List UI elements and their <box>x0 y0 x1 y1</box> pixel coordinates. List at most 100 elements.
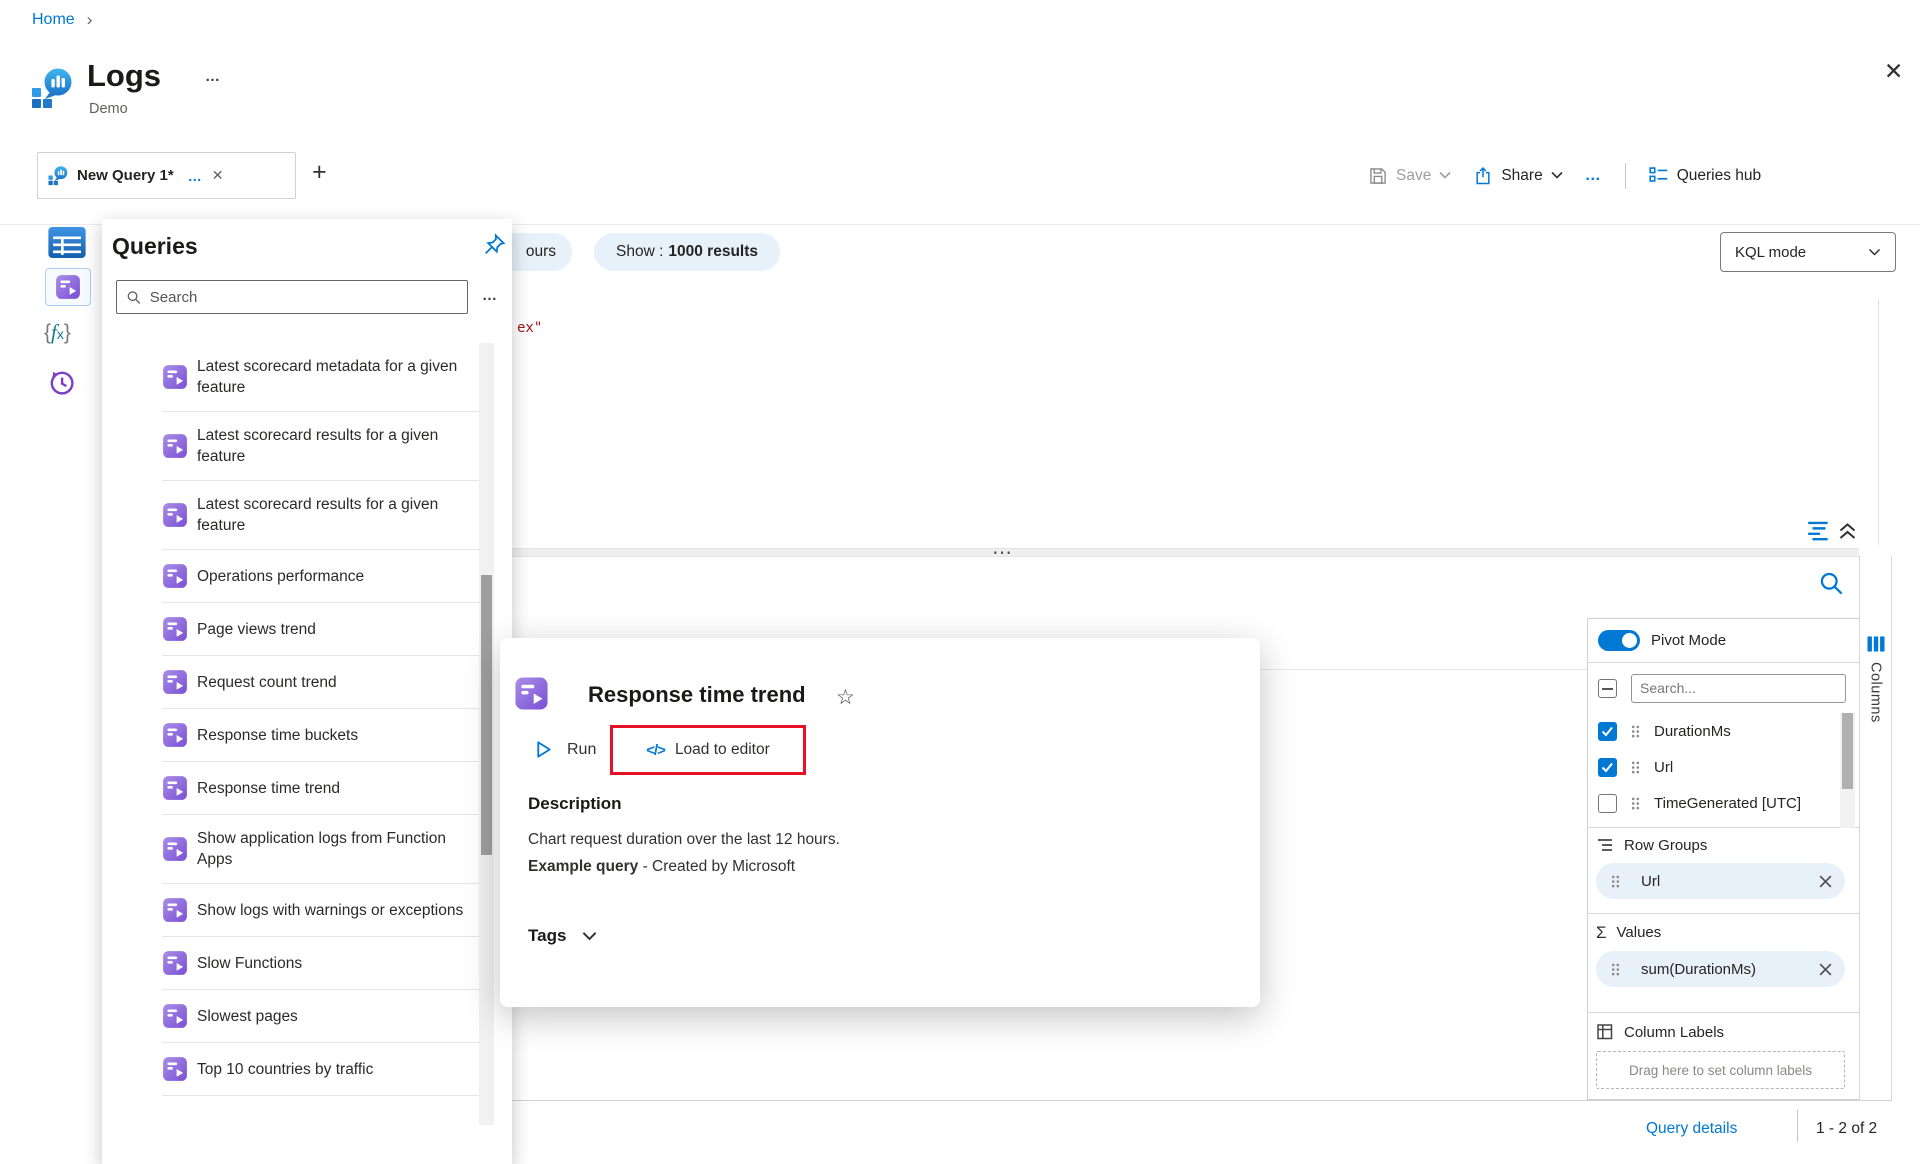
column-label: TimeGenerated [UTC] <box>1654 795 1801 812</box>
panel-scrollbar-track <box>1840 713 1855 828</box>
sidebar-item-tables[interactable] <box>48 227 86 258</box>
query-item-label: Response time buckets <box>197 725 358 746</box>
query-list-item[interactable]: Show logs with warnings or exceptions <box>162 884 479 937</box>
page-subtitle: Demo <box>89 101 128 117</box>
pivot-column-row[interactable]: DurationMs <box>1588 713 1859 749</box>
tab-columns[interactable]: Columns <box>1868 662 1884 723</box>
query-list-item[interactable]: Operations performance <box>162 550 479 603</box>
run-label: Run <box>567 741 596 759</box>
pin-icon[interactable] <box>482 232 507 257</box>
breadcrumb-home-link[interactable]: Home <box>32 11 75 29</box>
format-query-icon[interactable] <box>1806 517 1832 543</box>
show-value: 1000 results <box>668 243 758 261</box>
splitter-dots[interactable]: ⋯ <box>992 540 1013 565</box>
collapse-editor-icon[interactable] <box>1836 518 1859 542</box>
check-icon <box>1601 726 1614 737</box>
select-all-checkbox[interactable] <box>1598 679 1617 698</box>
column-checkbox[interactable] <box>1598 722 1617 741</box>
row-groups-icon <box>1596 836 1614 854</box>
queries-panel-title: Queries <box>112 233 198 260</box>
query-list-item[interactable]: Show application logs from Function Apps <box>162 815 479 884</box>
query-list-item[interactable]: Response time buckets <box>162 709 479 762</box>
sidebar-item-functions[interactable]: {fx} <box>44 320 71 345</box>
toolbar-divider <box>1625 163 1626 189</box>
query-item-label: Slow Functions <box>197 953 302 974</box>
pivot-column-row[interactable]: TimeGenerated [UTC] <box>1588 785 1859 821</box>
query-item-label: Slowest pages <box>197 1006 298 1027</box>
row-range-label: 1 - 2 of 2 <box>1816 1120 1877 1138</box>
query-list-item[interactable]: Latest scorecard metadata for a given fe… <box>162 343 479 412</box>
queries-scrollbar-thumb[interactable] <box>481 575 492 855</box>
tab-new-query[interactable]: New Query 1* … ✕ <box>37 152 296 199</box>
new-tab-button[interactable]: + <box>312 158 327 187</box>
tags-chevron-icon <box>582 931 597 942</box>
query-item-label: Response time trend <box>197 778 340 799</box>
remove-row-group-icon[interactable] <box>1818 874 1833 889</box>
grid-search-icon[interactable] <box>1818 570 1845 597</box>
breadcrumb: Home › <box>32 10 92 30</box>
save-button[interactable]: Save <box>1368 166 1451 186</box>
pivot-mode-toggle[interactable] <box>1598 630 1640 651</box>
editor-scrollbar-track <box>1878 300 1879 545</box>
query-list-item[interactable]: Latest scorecard results for a given fea… <box>162 412 479 481</box>
column-checkbox[interactable] <box>1598 758 1617 777</box>
editor-code-fragment[interactable]: ex" <box>517 320 542 336</box>
share-button[interactable]: Share <box>1473 166 1562 186</box>
sidebar-item-history[interactable] <box>47 368 76 397</box>
history-icon <box>47 368 76 397</box>
queries-search-input[interactable] <box>150 289 458 306</box>
close-icon[interactable]: ✕ <box>1884 58 1903 85</box>
query-list-item[interactable]: Response time trend <box>162 762 479 815</box>
column-labels-header: Column Labels <box>1596 1023 1845 1041</box>
tab-more-button[interactable]: … <box>188 168 204 184</box>
popup-title: Response time trend <box>588 682 806 708</box>
run-button[interactable]: Run <box>534 740 596 759</box>
query-list-item[interactable]: Latest scorecard results for a given fea… <box>162 481 479 550</box>
columns-search-box <box>1631 674 1846 703</box>
query-list-item[interactable]: Top 10 countries by traffic <box>162 1043 479 1096</box>
column-labels-dropzone[interactable]: Drag here to set column labels <box>1596 1051 1845 1089</box>
splitter-handle[interactable] <box>430 548 1859 557</box>
query-item-label: Request count trend <box>197 672 337 693</box>
panel-scrollbar-thumb[interactable] <box>1842 713 1853 789</box>
toolbar-more-button[interactable]: … <box>1585 167 1603 185</box>
tags-section[interactable]: Tags <box>528 926 597 946</box>
query-list-item[interactable]: Page views trend <box>162 603 479 656</box>
pivot-column-row[interactable]: Url <box>1588 749 1859 785</box>
pivot-panel: Pivot Mode DurationMs Url TimeGenerated … <box>1587 618 1859 1100</box>
columns-search-input[interactable] <box>1640 680 1837 696</box>
query-info-popup: Response time trend ☆ Run </> Load to ed… <box>500 638 1260 1007</box>
values-label: Values <box>1617 924 1662 941</box>
query-list-item[interactable]: Slow Functions <box>162 937 479 990</box>
column-label: DurationMs <box>1654 723 1731 740</box>
row-group-pill[interactable]: Url <box>1596 863 1845 899</box>
queries-search-box <box>116 280 468 314</box>
value-pill[interactable]: sum(DurationMs) <box>1596 951 1845 987</box>
tab-close-icon[interactable]: ✕ <box>212 167 224 184</box>
sigma-icon: Σ <box>1596 925 1607 941</box>
query-icon <box>162 433 188 459</box>
query-item-label: Latest scorecard results for a given fea… <box>197 425 479 467</box>
page-more-button[interactable]: … <box>205 68 222 85</box>
favorite-star-icon[interactable]: ☆ <box>836 685 855 710</box>
panel-search-row <box>1588 663 1859 713</box>
query-details-link[interactable]: Query details <box>1646 1120 1737 1138</box>
load-to-editor-button[interactable]: </> Load to editor <box>610 725 806 775</box>
popup-query-icon <box>514 676 549 711</box>
column-checkbox[interactable] <box>1598 794 1617 813</box>
query-list-item[interactable]: Request count trend <box>162 656 479 709</box>
remove-value-icon[interactable] <box>1818 962 1833 977</box>
query-icon <box>162 836 188 862</box>
queries-hub-button[interactable]: Queries hub <box>1648 165 1761 186</box>
show-results-pill[interactable]: Show : 1000 results <box>594 233 780 271</box>
query-icon <box>162 364 188 390</box>
sidebar-item-queries[interactable] <box>45 268 91 306</box>
kql-mode-select[interactable]: KQL mode <box>1720 232 1896 272</box>
share-label: Share <box>1501 167 1542 185</box>
query-list-item[interactable]: Slowest pages <box>162 990 479 1043</box>
queries-more-button[interactable]: … <box>482 287 499 304</box>
tab-label: New Query 1* <box>77 167 174 184</box>
kql-chevron-icon <box>1868 248 1881 257</box>
save-chevron-icon <box>1439 171 1451 180</box>
pivot-columns-list: DurationMs Url TimeGenerated [UTC] <box>1588 713 1859 821</box>
